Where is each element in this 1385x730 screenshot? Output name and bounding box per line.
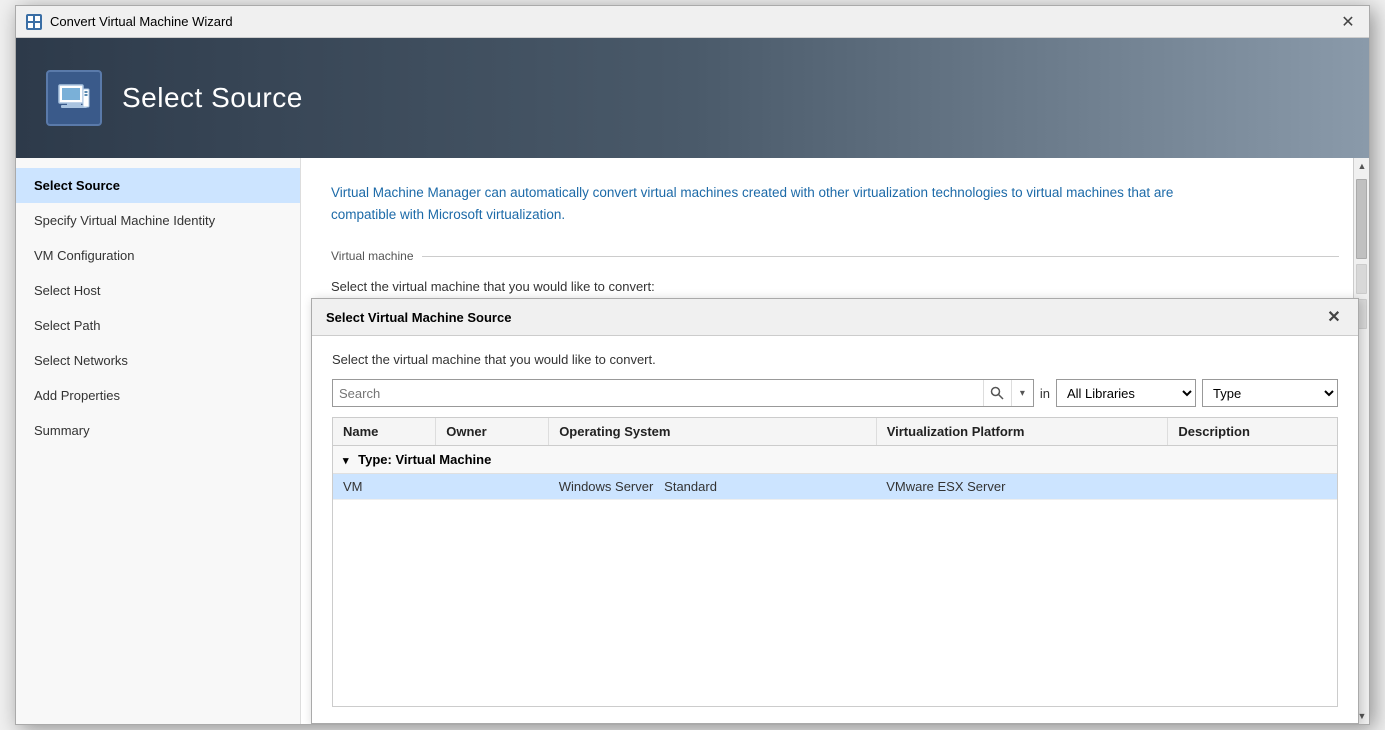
search-input[interactable] <box>333 380 983 406</box>
dialog-body: Select the virtual machine that you woul… <box>312 336 1358 723</box>
table-header-row: Name Owner Operating System Virtualizati… <box>333 418 1337 446</box>
title-bar: Convert Virtual Machine Wizard ✕ <box>16 6 1369 38</box>
group-type-label: Type: Virtual Machine <box>358 452 491 467</box>
search-icon-button[interactable] <box>983 380 1011 406</box>
col-name: Name <box>333 418 436 446</box>
in-label: in <box>1040 386 1050 401</box>
vm-select-label: Select the virtual machine that you woul… <box>331 279 1339 294</box>
wizard-icon <box>26 14 42 30</box>
group-label-vm-type: ▾ Type: Virtual Machine <box>333 446 1337 474</box>
search-dropdown-arrow[interactable]: ▾ <box>1011 380 1033 406</box>
sidebar-item-select-networks[interactable]: Select Networks <box>16 343 300 378</box>
dialog-title: Select Virtual Machine Source <box>326 310 511 325</box>
cell-os: Windows Server Standard <box>549 474 877 500</box>
col-description: Description <box>1168 418 1337 446</box>
cell-owner <box>436 474 549 500</box>
dialog-title-bar: Select Virtual Machine Source ✕ <box>312 299 1358 336</box>
sidebar-item-select-host[interactable]: Select Host <box>16 273 300 308</box>
sidebar-item-select-source[interactable]: Select Source <box>16 168 300 203</box>
type-dropdown[interactable]: Type Virtual Machine Physical Machine <box>1202 379 1338 407</box>
results-table: Name Owner Operating System Virtualizati… <box>332 417 1338 707</box>
section-label-vm: Virtual machine <box>331 249 1339 263</box>
intro-text: Virtual Machine Manager can automaticall… <box>331 182 1231 225</box>
header-title: Select Source <box>122 82 303 114</box>
col-os: Operating System <box>549 418 877 446</box>
sidebar-item-specify-identity[interactable]: Specify Virtual Machine Identity <box>16 203 300 238</box>
sidebar-item-vm-configuration[interactable]: VM Configuration <box>16 238 300 273</box>
dialog-close-button[interactable]: ✕ <box>1324 307 1344 327</box>
col-owner: Owner <box>436 418 549 446</box>
sidebar: Select Source Specify Virtual Machine Id… <box>16 158 301 724</box>
window-title: Convert Virtual Machine Wizard <box>50 14 233 29</box>
sidebar-item-summary[interactable]: Summary <box>16 413 300 448</box>
scroll-thumb[interactable] <box>1356 179 1367 259</box>
group-chevron-icon: ▾ <box>343 454 349 467</box>
wizard-window: Convert Virtual Machine Wizard ✕ Select … <box>15 5 1370 725</box>
title-bar-left: Convert Virtual Machine Wizard <box>26 14 233 30</box>
group-row-vm-type[interactable]: ▾ Type: Virtual Machine <box>333 446 1337 474</box>
vm-table: Name Owner Operating System Virtualizati… <box>333 418 1337 500</box>
cell-description <box>1168 474 1337 500</box>
source-dialog: Select Virtual Machine Source ✕ Select t… <box>311 298 1359 724</box>
sidebar-item-add-properties[interactable]: Add Properties <box>16 378 300 413</box>
main-content: Virtual Machine Manager can automaticall… <box>301 158 1369 724</box>
dialog-subtitle: Select the virtual machine that you woul… <box>332 352 1338 367</box>
cell-platform: VMware ESX Server <box>876 474 1168 500</box>
sidebar-item-select-path[interactable]: Select Path <box>16 308 300 343</box>
scroll-thumb-2 <box>1356 264 1367 294</box>
cell-name: VM <box>333 474 436 500</box>
scroll-up-arrow[interactable]: ▲ <box>1354 158 1369 174</box>
search-input-wrapper: ▾ <box>332 379 1034 407</box>
wizard-body: Select Source Specify Virtual Machine Id… <box>16 158 1369 724</box>
library-dropdown[interactable]: All Libraries Library1 Library2 <box>1056 379 1196 407</box>
header-icon <box>46 70 102 126</box>
header-banner: Select Source <box>16 38 1369 158</box>
col-platform: Virtualization Platform <box>876 418 1168 446</box>
table-row[interactable]: VM Windows Server Standard VMware ESX Se… <box>333 474 1337 500</box>
search-bar: ▾ in All Libraries Library1 Library2 Typ… <box>332 379 1338 407</box>
window-close-button[interactable]: ✕ <box>1337 11 1359 33</box>
